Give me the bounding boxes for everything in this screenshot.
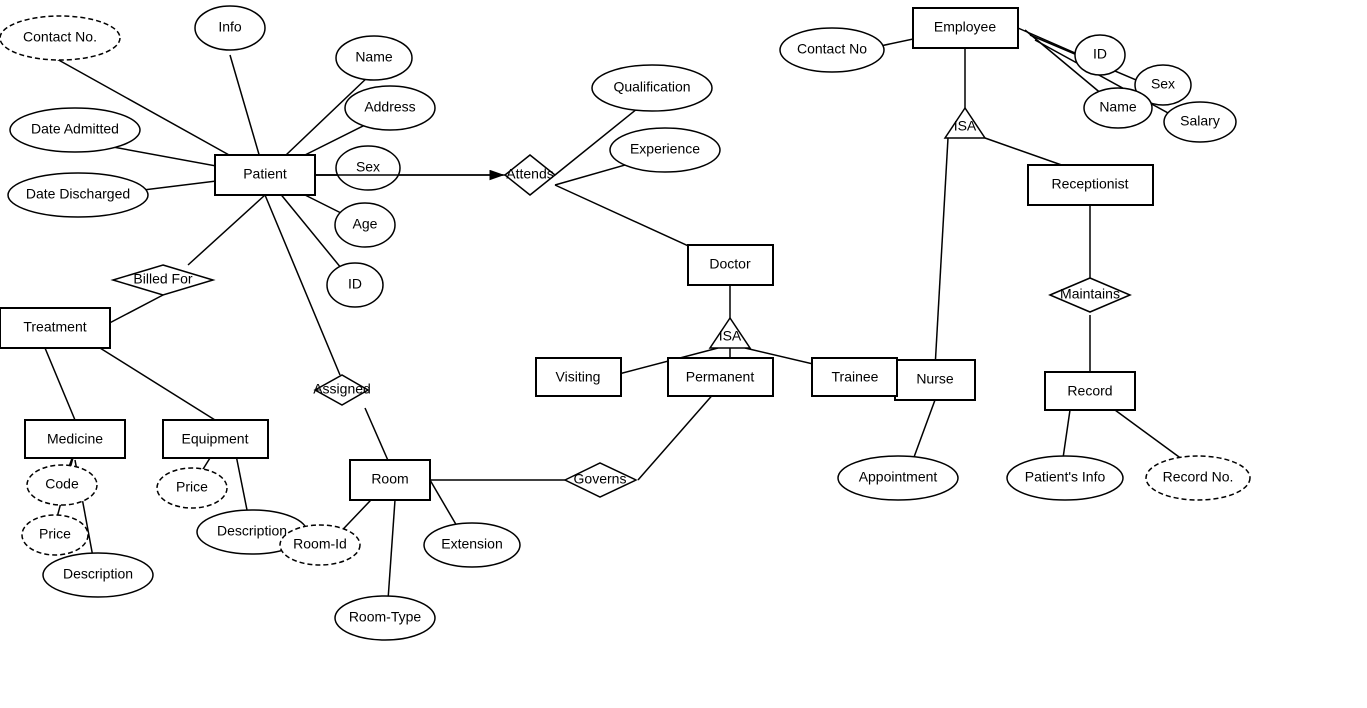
line-patient-billedfor xyxy=(188,195,265,265)
entity-medicine-label: Medicine xyxy=(47,431,103,447)
attr-appointment-label: Appointment xyxy=(859,469,938,485)
isa-doctor-label: ISA xyxy=(719,328,742,344)
attr-name-patient-label: Name xyxy=(355,49,393,65)
rel-billed-for-label: Billed For xyxy=(133,271,192,287)
attr-desc-equipment-label: Description xyxy=(217,523,287,539)
attr-salary-label: Salary xyxy=(1180,113,1220,129)
attr-experience-label: Experience xyxy=(630,141,700,157)
line-treatment-equipment xyxy=(100,348,215,420)
entity-treatment-label: Treatment xyxy=(23,319,86,335)
rel-attends-label: Attends xyxy=(506,166,553,182)
attr-record-no-label: Record No. xyxy=(1163,469,1234,485)
attr-name-employee-label: Name xyxy=(1099,99,1137,115)
attr-info-label: Info xyxy=(218,19,242,35)
entity-equipment-label: Equipment xyxy=(182,431,249,447)
rel-assigned-label: Assigned xyxy=(313,381,371,397)
attr-contactno-patient-label: Contact No. xyxy=(23,29,97,45)
attr-sex-patient-label: Sex xyxy=(356,159,380,175)
entity-doctor-label: Doctor xyxy=(709,256,751,272)
entity-visiting-label: Visiting xyxy=(556,369,601,385)
line-assigned-room xyxy=(365,408,390,465)
attr-code-medicine-label: Code xyxy=(45,476,79,492)
attr-address-label: Address xyxy=(364,99,415,115)
attr-date-discharged-label: Date Discharged xyxy=(26,186,130,202)
entity-trainee-label: Trainee xyxy=(832,369,879,385)
attr-extension-label: Extension xyxy=(441,536,502,552)
attr-price-medicine-label: Price xyxy=(39,526,71,542)
entity-receptionist-label: Receptionist xyxy=(1051,176,1128,192)
line-room-roomtype xyxy=(388,500,395,600)
attr-id-employee-label: ID xyxy=(1093,46,1107,62)
attr-date-admitted-label: Date Admitted xyxy=(31,121,119,137)
attr-contactno-employee-label: Contact No xyxy=(797,41,867,57)
entity-patient-label: Patient xyxy=(243,166,287,182)
entity-employee-label: Employee xyxy=(934,19,996,35)
attr-desc-medicine-label: Description xyxy=(63,566,133,582)
isa-employee-label: ISA xyxy=(954,118,977,134)
entity-record-label: Record xyxy=(1067,383,1112,399)
line-isa-nurse xyxy=(935,138,948,368)
attr-age-label: Age xyxy=(353,216,378,232)
er-diagram: Patient Treatment Medicine Equipment Roo… xyxy=(0,0,1367,703)
attr-price-equipment-label: Price xyxy=(176,479,208,495)
attr-sex-employee-label: Sex xyxy=(1151,76,1175,92)
attr-id-patient-label: ID xyxy=(348,276,362,292)
attr-qualification-label: Qualification xyxy=(613,79,690,95)
rel-maintains-label: Maintains xyxy=(1060,286,1120,302)
attr-room-id-label: Room-Id xyxy=(293,536,347,552)
entity-permanent-label: Permanent xyxy=(686,369,755,385)
entity-room-label: Room xyxy=(371,471,408,487)
line-record-recordno xyxy=(1115,410,1190,465)
rel-governs-label: Governs xyxy=(574,471,627,487)
attr-room-type-label: Room-Type xyxy=(349,609,422,625)
attr-patients-info-label: Patient's Info xyxy=(1025,469,1106,485)
entity-nurse-label: Nurse xyxy=(916,371,954,387)
line-treatment-medicine xyxy=(45,348,75,420)
